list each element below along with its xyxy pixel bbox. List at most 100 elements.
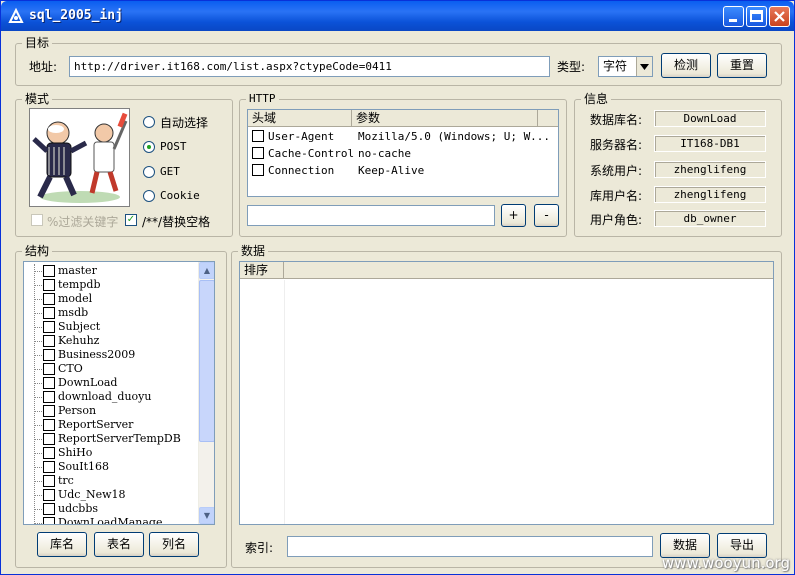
info-value-dbname: DownLoad [654, 110, 766, 127]
tree-item[interactable]: Subject [24, 320, 199, 334]
tree-item[interactable]: Person [24, 404, 199, 418]
tree-item-checkbox[interactable] [43, 475, 55, 487]
info-label-role: 用户角色: [590, 213, 643, 227]
tree-item-checkbox[interactable] [43, 503, 55, 515]
detect-button[interactable]: 检测 [661, 53, 711, 78]
tree-guide-line [34, 264, 35, 524]
tree-item-checkbox[interactable] [43, 405, 55, 417]
reset-button[interactable]: 重置 [717, 53, 767, 78]
tree-item-checkbox[interactable] [43, 307, 55, 319]
tree-item-checkbox[interactable] [43, 461, 55, 473]
tree-item-checkbox[interactable] [43, 377, 55, 389]
http-legend: HTTP [246, 92, 279, 106]
tree-item-label: trc [58, 474, 74, 487]
http-row[interactable]: User-Agent Mozilla/5.0 (Windows; U; W... [248, 128, 558, 145]
data-col-order[interactable]: 排序 [240, 262, 284, 279]
tree-item-checkbox[interactable] [43, 335, 55, 347]
close-button[interactable] [769, 6, 790, 27]
replace-space-checkbox[interactable]: ✓ [125, 214, 137, 226]
http-row-header: Connection [268, 164, 335, 177]
address-input[interactable]: http://driver.it168.com/list.aspx?ctypeC… [69, 56, 550, 77]
tree-item-checkbox[interactable] [43, 293, 55, 305]
http-row-header: Cache-Control [268, 147, 355, 160]
add-header-button[interactable]: + [501, 204, 526, 227]
tree-connector [34, 523, 42, 524]
tree-item[interactable]: Business2009 [24, 348, 199, 362]
http-entry-input[interactable] [247, 205, 495, 226]
tree-item[interactable]: udcbbs [24, 502, 199, 516]
maximize-button[interactable] [746, 6, 767, 27]
http-row-value: Mozilla/5.0 (Windows; U; W... [358, 130, 551, 143]
tree-scrollbar[interactable]: ▲ ▼ [198, 262, 214, 524]
http-row[interactable]: Cache-Control no-cache [248, 145, 558, 162]
tree-item[interactable]: DownLoadManage [24, 516, 199, 524]
tree-item[interactable]: master [24, 264, 199, 278]
scroll-up-icon[interactable]: ▲ [199, 262, 214, 279]
tree-item-checkbox[interactable] [43, 391, 55, 403]
tree-item-checkbox[interactable] [43, 279, 55, 291]
scroll-thumb[interactable] [199, 280, 214, 442]
http-row-value: Keep-Alive [358, 164, 425, 177]
index-input[interactable] [287, 536, 653, 557]
watermark-text: www.wooyun.org [661, 554, 790, 572]
info-value-server: IT168-DB1 [654, 135, 766, 152]
tree-item-label: ReportServer [58, 418, 134, 431]
info-legend: 信息 [581, 92, 612, 106]
tree-item[interactable]: model [24, 292, 199, 306]
tree-item-checkbox[interactable] [43, 265, 55, 277]
tree-item-checkbox[interactable] [43, 363, 55, 375]
tree-item-checkbox[interactable] [43, 447, 55, 459]
tree-item-label: tempdb [58, 278, 101, 291]
info-value-role: db_owner [654, 210, 766, 227]
chevron-down-icon[interactable] [636, 57, 652, 76]
table-name-button[interactable]: 表名 [94, 532, 144, 557]
tree-item-checkbox[interactable] [43, 489, 55, 501]
tree-item[interactable]: Kehuhz [24, 334, 199, 348]
http-row-checkbox[interactable] [252, 130, 264, 142]
filter-keyword-checkbox[interactable] [31, 214, 43, 226]
tree-item[interactable]: DownLoad [24, 376, 199, 390]
db-name-button[interactable]: 库名 [37, 532, 87, 557]
mode-get-radio[interactable] [143, 166, 155, 178]
tree-item[interactable]: ReportServerTempDB [24, 432, 199, 446]
tree-item[interactable]: msdb [24, 306, 199, 320]
target-legend: 目标 [22, 36, 53, 50]
title-bar[interactable]: sql_2005_inj [1, 1, 794, 31]
mode-auto-radio[interactable] [143, 116, 155, 128]
database-tree[interactable]: master tempdb model msdb Subject Kehuhz Busine… [23, 261, 215, 525]
tree-item[interactable]: ShiHo [24, 446, 199, 460]
mode-post-radio[interactable] [143, 141, 155, 153]
http-col-header[interactable]: 头域 [248, 110, 352, 127]
tree-item[interactable]: download_duoyu [24, 390, 199, 404]
tree-item[interactable]: tempdb [24, 278, 199, 292]
tree-item-checkbox[interactable] [43, 517, 55, 524]
http-header-list[interactable]: 头域 参数 User-Agent Mozilla/5.0 (Windows; U… [247, 109, 559, 197]
tree-item[interactable]: Udc_New18 [24, 488, 199, 502]
mode-cookie-radio[interactable] [143, 190, 155, 202]
tree-item[interactable]: trc [24, 474, 199, 488]
tree-item-checkbox[interactable] [43, 321, 55, 333]
type-select[interactable]: 字符 [598, 56, 653, 77]
tree-item[interactable]: SouIt168 [24, 460, 199, 474]
type-select-value: 字符 [603, 59, 628, 73]
tree-item-checkbox[interactable] [43, 419, 55, 431]
info-label-dbname: 数据库名: [590, 113, 643, 127]
scroll-down-icon[interactable]: ▼ [199, 507, 214, 524]
tree-item[interactable]: CTO [24, 362, 199, 376]
tree-item[interactable]: ReportServer [24, 418, 199, 432]
tree-item-checkbox[interactable] [43, 433, 55, 445]
http-row-checkbox[interactable] [252, 147, 264, 159]
index-label: 索引: [245, 541, 274, 555]
type-label: 类型: [557, 60, 586, 74]
remove-header-button[interactable]: - [534, 204, 559, 227]
tree-item-label: udcbbs [58, 502, 99, 515]
http-row[interactable]: Connection Keep-Alive [248, 162, 558, 179]
http-col-value[interactable]: 参数 [352, 110, 538, 127]
tree-item-label: SouIt168 [58, 460, 110, 473]
tree-item-checkbox[interactable] [43, 349, 55, 361]
data-grid[interactable]: 排序 [239, 261, 774, 525]
http-row-checkbox[interactable] [252, 164, 264, 176]
tree-connector [34, 495, 42, 496]
column-name-button[interactable]: 列名 [149, 532, 199, 557]
minimize-button[interactable] [723, 6, 744, 27]
